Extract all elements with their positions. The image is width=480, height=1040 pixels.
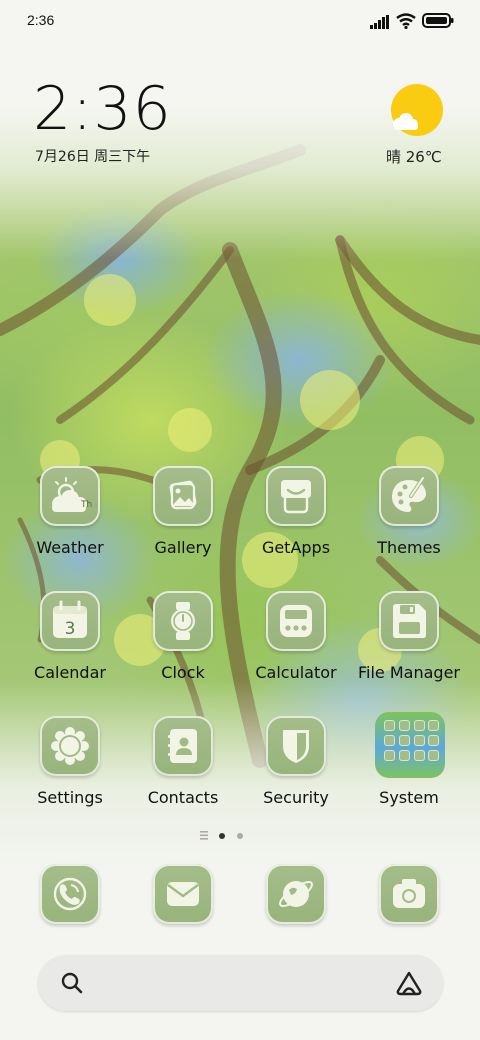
clock-widget-date[interactable]: 7月26日 周三下午 [35, 146, 150, 166]
phone-icon[interactable] [40, 864, 100, 924]
app-label: Clock [161, 663, 205, 682]
app-themes[interactable]: Themes [353, 466, 465, 576]
app-label: Calendar [34, 663, 106, 682]
battery-icon [422, 13, 454, 28]
search-bar[interactable] [38, 955, 443, 1011]
search-icon[interactable] [60, 971, 84, 995]
page-dot-active [219, 833, 225, 839]
sun-cloud-icon[interactable] [391, 84, 443, 136]
messages-icon[interactable] [153, 864, 213, 924]
app-label: Contacts [147, 788, 219, 807]
gallery-icon [153, 466, 213, 526]
browser-icon[interactable] [266, 864, 326, 924]
file-manager-icon [379, 591, 439, 651]
app-gallery[interactable]: Gallery [127, 466, 239, 576]
app-getapps[interactable]: GetApps [240, 466, 352, 576]
app-calendar[interactable]: 3 Calendar [14, 591, 126, 701]
system-folder-icon [375, 712, 445, 778]
weather-icon-text: Th [80, 500, 92, 510]
menu-lines-icon [200, 831, 208, 840]
app-security[interactable]: Security [240, 716, 352, 826]
themes-icon [379, 466, 439, 526]
app-label: Weather [36, 538, 104, 557]
settings-icon [40, 716, 100, 776]
weather-widget-text[interactable]: 晴 26℃ [386, 146, 442, 167]
clock-icon [153, 591, 213, 651]
app-label: Themes [377, 538, 441, 557]
app-label: File Manager [358, 663, 460, 682]
calculator-icon [266, 591, 326, 651]
status-bar: 2:36 [0, 0, 480, 44]
app-file-manager[interactable]: File Manager [353, 591, 465, 701]
page-dot [237, 833, 243, 839]
status-icons [370, 12, 454, 32]
contacts-icon [153, 716, 213, 776]
wifi-icon [396, 13, 416, 29]
app-label: Gallery [154, 538, 212, 557]
app-weather[interactable]: Th Weather [14, 466, 126, 576]
calendar-icon-day: 3 [65, 619, 76, 639]
assistant-icon[interactable] [394, 970, 424, 996]
app-settings[interactable]: Settings [14, 716, 126, 826]
page-indicator[interactable] [200, 830, 248, 842]
weather-icon: Th [40, 466, 100, 526]
getapps-icon [266, 466, 326, 526]
app-system-folder[interactable]: System [353, 712, 465, 826]
app-label: GetApps [261, 538, 331, 557]
calendar-icon: 3 [40, 591, 100, 651]
app-contacts[interactable]: Contacts [127, 716, 239, 826]
app-label: Settings [37, 788, 103, 807]
app-clock[interactable]: Clock [127, 591, 239, 701]
signal-icon [370, 15, 389, 29]
camera-icon[interactable] [379, 864, 439, 924]
security-icon [266, 716, 326, 776]
status-time: 2:36 [27, 12, 55, 28]
app-label: System [379, 788, 439, 807]
app-label: Security [263, 788, 329, 807]
app-calculator[interactable]: Calculator [240, 591, 352, 701]
clock-widget-time[interactable]: 2:36 [33, 74, 172, 144]
app-label: Calculator [255, 663, 337, 682]
